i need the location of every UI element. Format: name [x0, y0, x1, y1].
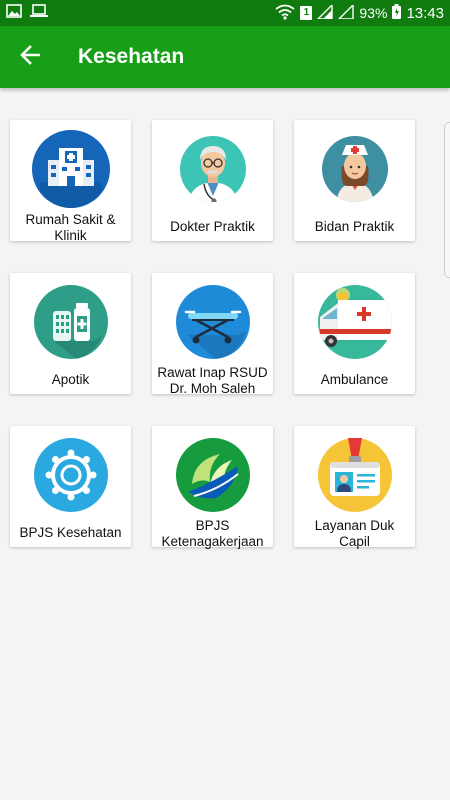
pharmacy-icon	[32, 283, 110, 361]
battery-icon	[392, 4, 402, 22]
arrow-left-icon	[20, 44, 41, 70]
clock: 13:43	[406, 4, 444, 22]
status-bar: 1 93% 13:43	[0, 0, 450, 26]
back-button[interactable]	[0, 26, 60, 88]
tile-bpjs-kesehatan[interactable]: BPJS Kesehatan	[10, 426, 131, 547]
ambulance-icon	[316, 283, 394, 361]
bpjs-kesehatan-icon	[32, 436, 110, 514]
menu-grid: Rumah Sakit & Klinik Dokter Praktik Bida…	[10, 120, 415, 549]
sim-icon: 1	[300, 6, 313, 20]
tile-label: BPJS Kesehatan	[19, 524, 122, 540]
tile-rawat-inap[interactable]: Rawat Inap RSUD Dr. Moh Saleh	[152, 273, 273, 396]
doctor-icon	[174, 130, 252, 208]
stretcher-icon	[174, 283, 252, 361]
midwife-icon	[316, 130, 394, 208]
tile-layanan-duk-capil[interactable]: Layanan Duk Capil	[294, 426, 415, 549]
tile-bpjs-ketenagakerjaan[interactable]: BPJS Ketenagakerjaan	[152, 426, 273, 549]
image-icon	[6, 3, 22, 23]
signal-icon	[316, 2, 334, 22]
battery-percent: 93%	[359, 5, 388, 21]
tile-rumah-sakit[interactable]: Rumah Sakit & Klinik	[10, 120, 131, 243]
tile-apotik[interactable]: Apotik	[10, 273, 131, 394]
hospital-icon	[31, 130, 110, 208]
tile-dokter-praktik[interactable]: Dokter Praktik	[152, 120, 273, 241]
page-title: Kesehatan	[78, 45, 185, 68]
tile-ambulance[interactable]: Ambulance	[294, 273, 415, 394]
app-bar: Kesehatan	[0, 26, 450, 88]
tile-label: Dokter Praktik	[170, 218, 255, 234]
tile-label: Layanan Duk Capil	[314, 518, 395, 549]
laptop-icon	[30, 3, 48, 23]
tile-label: Apotik	[51, 371, 90, 387]
tile-label: Rawat Inap RSUD Dr. Moh Saleh	[157, 365, 268, 396]
id-card-icon	[316, 436, 394, 514]
scroll-handle[interactable]	[444, 122, 450, 278]
no-signal-icon	[337, 2, 355, 22]
tile-bidan-praktik[interactable]: Bidan Praktik	[294, 120, 415, 241]
tile-label: Rumah Sakit & Klinik	[25, 212, 116, 243]
tile-label: Bidan Praktik	[314, 218, 395, 234]
tile-label: Ambulance	[320, 371, 389, 387]
tile-label: BPJS Ketenagakerjaan	[161, 518, 264, 549]
wifi-icon	[275, 4, 295, 23]
bpjs-ketenagakerjaan-icon	[174, 436, 252, 514]
